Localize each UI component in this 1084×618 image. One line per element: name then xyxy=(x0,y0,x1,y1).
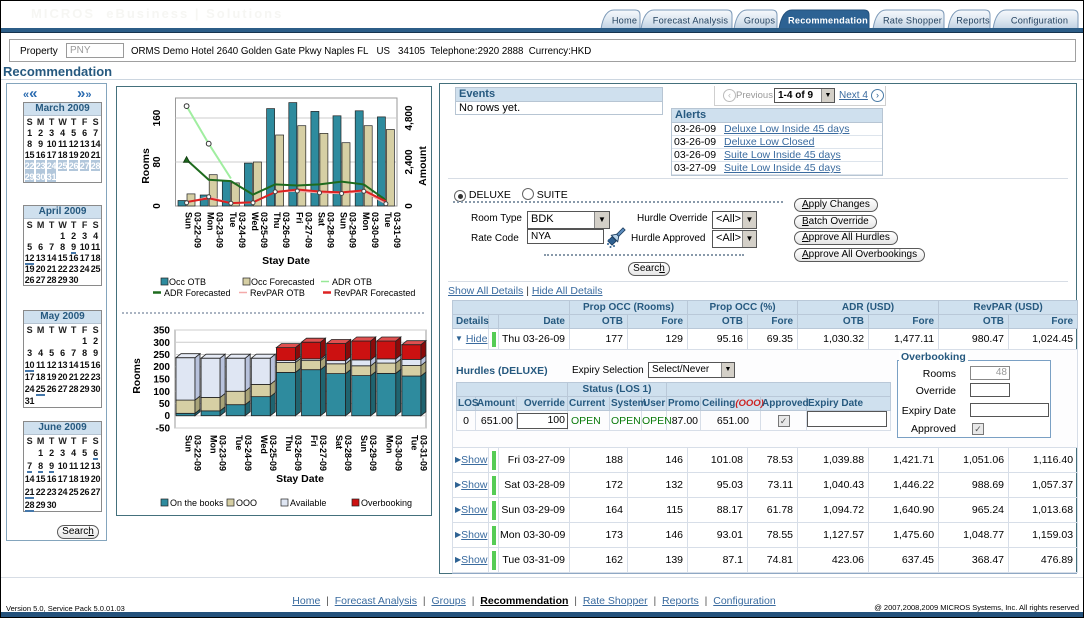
svg-text:03-28-09: 03-28-09 xyxy=(326,212,336,248)
svg-text:Amount: Amount xyxy=(417,146,429,186)
svg-text:Fri: Fri xyxy=(294,212,304,224)
svg-text:Sun: Sun xyxy=(184,212,194,229)
svg-text:Stay Date: Stay Date xyxy=(262,255,310,267)
svg-text:Mon: Mon xyxy=(209,435,219,454)
svg-text:RevPAR OTB: RevPAR OTB xyxy=(250,288,305,298)
svg-text:03-28-09: 03-28-09 xyxy=(343,435,353,471)
svg-text:Recommendation: Recommendation xyxy=(788,16,868,26)
svg-text:150: 150 xyxy=(153,375,170,386)
svg-text:03-29-09: 03-29-09 xyxy=(368,435,378,471)
svg-text:4,800: 4,800 xyxy=(404,105,415,130)
svg-text:03-27-09: 03-27-09 xyxy=(318,435,328,471)
svg-text:350: 350 xyxy=(153,326,170,337)
svg-text:Mon: Mon xyxy=(206,212,216,231)
svg-text:03-25-09: 03-25-09 xyxy=(259,212,269,248)
svg-text:Occ Forecasted: Occ Forecasted xyxy=(251,277,315,287)
svg-text:Sun: Sun xyxy=(339,212,349,229)
svg-text:100: 100 xyxy=(153,387,170,398)
svg-text:300: 300 xyxy=(153,338,170,349)
svg-text:0: 0 xyxy=(152,203,163,209)
svg-text:Tue: Tue xyxy=(383,212,393,227)
svg-text:Occ OTB: Occ OTB xyxy=(169,277,206,287)
svg-text:03-30-09: 03-30-09 xyxy=(393,435,403,471)
svg-text:Stay Date: Stay Date xyxy=(276,473,324,485)
svg-text:50: 50 xyxy=(159,399,171,410)
svg-text:03-29-09: 03-29-09 xyxy=(348,212,358,248)
svg-text:Groups: Groups xyxy=(744,16,776,26)
svg-text:Tue: Tue xyxy=(228,212,238,227)
svg-text:Sat: Sat xyxy=(334,435,344,449)
svg-text:On the books: On the books xyxy=(170,498,224,508)
svg-text:03-22-09: 03-22-09 xyxy=(193,212,203,248)
svg-text:RevPAR Forecasted: RevPAR Forecasted xyxy=(334,288,415,298)
svg-text:03-27-09: 03-27-09 xyxy=(303,212,313,248)
svg-text:250: 250 xyxy=(153,350,170,361)
svg-text:Sun: Sun xyxy=(359,435,369,452)
svg-text:03-24-09: 03-24-09 xyxy=(243,435,253,471)
svg-text:OOO: OOO xyxy=(236,498,257,508)
svg-text:Tue: Tue xyxy=(234,435,244,450)
svg-text:80: 80 xyxy=(152,156,163,168)
svg-text:03-31-09: 03-31-09 xyxy=(419,435,429,471)
svg-text:03-30-09: 03-30-09 xyxy=(370,212,380,248)
svg-text:ADR OTB: ADR OTB xyxy=(332,277,372,287)
svg-text:Thu: Thu xyxy=(272,212,282,229)
svg-text:Available: Available xyxy=(290,498,326,508)
svg-text:-50: -50 xyxy=(156,424,171,435)
svg-text:Configuration: Configuration xyxy=(1011,16,1068,26)
svg-text:Thu: Thu xyxy=(284,435,294,452)
svg-text:03-26-09: 03-26-09 xyxy=(281,212,291,248)
svg-text:Wed: Wed xyxy=(250,212,260,231)
svg-text:03-24-09: 03-24-09 xyxy=(237,212,247,248)
svg-text:0: 0 xyxy=(164,411,170,422)
svg-text:Overbooking: Overbooking xyxy=(361,498,412,508)
svg-text:Wed: Wed xyxy=(259,435,269,454)
svg-text:03-25-09: 03-25-09 xyxy=(268,435,278,471)
svg-text:Mon: Mon xyxy=(384,435,394,454)
svg-text:03-26-09: 03-26-09 xyxy=(293,435,303,471)
svg-text:ADR Forecasted: ADR Forecasted xyxy=(164,288,231,298)
svg-text:Fri: Fri xyxy=(309,435,319,447)
svg-text:Sun: Sun xyxy=(184,435,194,452)
svg-text:03-23-09: 03-23-09 xyxy=(218,435,228,471)
svg-text:200: 200 xyxy=(153,362,170,373)
svg-text:03-31-09: 03-31-09 xyxy=(392,212,402,248)
svg-text:0: 0 xyxy=(404,203,415,209)
svg-text:Rooms: Rooms xyxy=(140,148,152,184)
svg-text:Rate Shopper: Rate Shopper xyxy=(883,16,942,26)
svg-text:03-22-09: 03-22-09 xyxy=(193,435,203,471)
svg-text:Mon: Mon xyxy=(361,212,371,231)
svg-text:03-23-09: 03-23-09 xyxy=(215,212,225,248)
svg-text:Rooms: Rooms xyxy=(131,358,143,394)
svg-text:Tue: Tue xyxy=(410,435,420,450)
svg-text:2,400: 2,400 xyxy=(404,149,415,174)
svg-text:160: 160 xyxy=(152,109,163,126)
svg-text:Home: Home xyxy=(612,16,637,26)
svg-text:Sat: Sat xyxy=(317,212,327,226)
svg-text:Forecast Analysis: Forecast Analysis xyxy=(653,16,729,26)
svg-text:Reports: Reports xyxy=(956,16,990,26)
